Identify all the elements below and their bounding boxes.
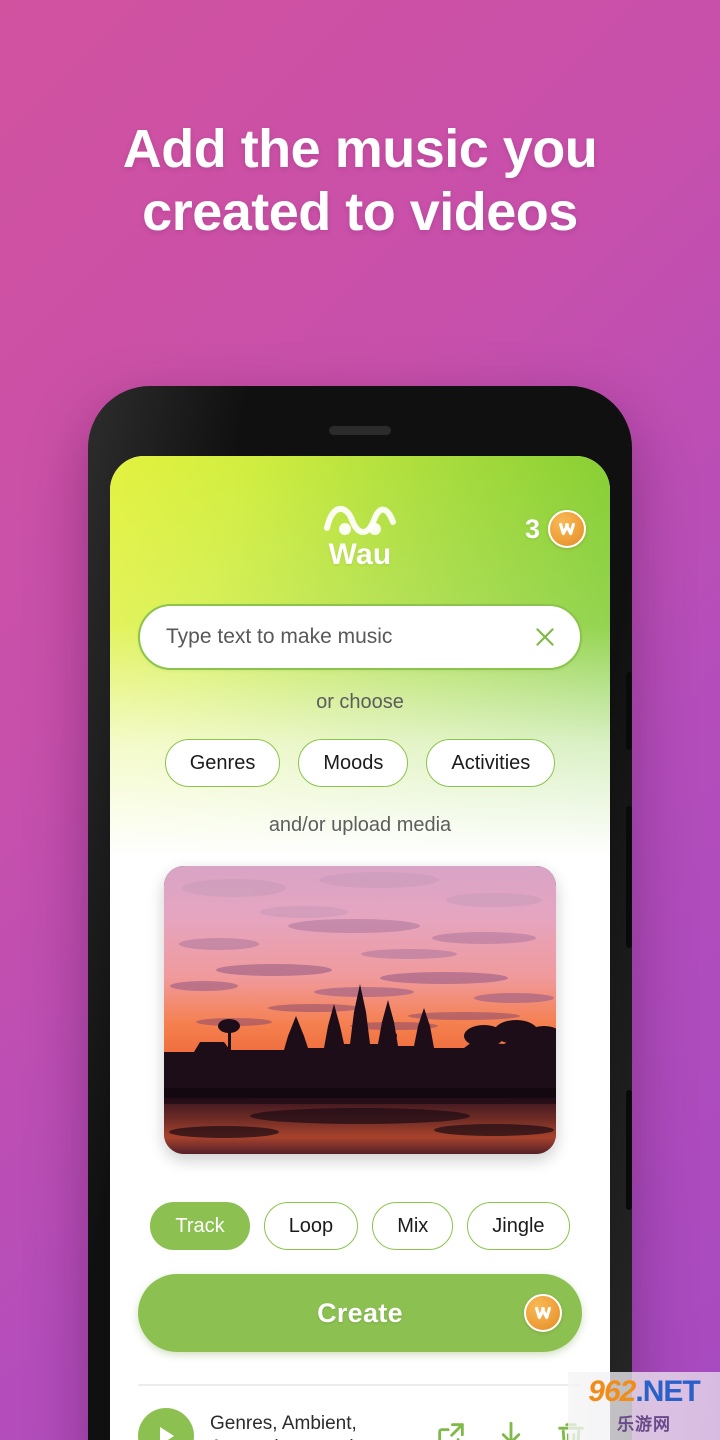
create-button[interactable]: Create — [138, 1274, 582, 1352]
category-chip-row: Genres Moods Activities — [136, 739, 584, 787]
watermark-number: 962 — [588, 1375, 636, 1408]
chip-loop[interactable]: Loop — [263, 1202, 359, 1250]
text-prompt-input[interactable]: Type text to make music — [138, 604, 582, 670]
uploaded-media-thumbnail[interactable] — [164, 866, 556, 1154]
chip-jingle-label: Jingle — [492, 1214, 545, 1237]
chip-activities[interactable]: Activities — [426, 739, 556, 787]
chip-moods[interactable]: Moods — [298, 739, 409, 787]
headline-line-2: created to videos — [142, 182, 578, 243]
chip-loop-label: Loop — [288, 1214, 334, 1237]
generated-track-row: Genres, Ambient, Atmosphere track — [138, 1408, 588, 1440]
chip-mix-label: Mix — [397, 1214, 429, 1237]
phone-power-button[interactable] — [626, 1090, 632, 1210]
choose-hint-label: or choose — [316, 691, 404, 713]
credit-count-label: 3 — [524, 513, 540, 544]
headline-line-1: Add the music you — [122, 119, 598, 179]
chip-activities-label: Activities — [451, 751, 531, 774]
chip-jingle[interactable]: Jingle — [467, 1202, 570, 1250]
download-icon[interactable] — [494, 1419, 528, 1440]
create-button-label: Create — [317, 1297, 403, 1328]
output-type-chip-row: Track Loop Mix Jingle — [136, 1202, 584, 1250]
track-title-line-1: Genres, Ambient, — [210, 1412, 357, 1434]
chip-track[interactable]: Track — [150, 1202, 250, 1250]
track-title: Genres, Ambient, Atmosphere track — [210, 1412, 359, 1440]
track-title-line-2: Atmosphere track — [210, 1436, 359, 1440]
chip-moods-label: Moods — [323, 751, 384, 774]
sunset-temple-photo — [164, 866, 556, 1154]
phone-volume-up-button[interactable] — [626, 672, 632, 750]
credits-indicator[interactable]: 3 — [525, 510, 586, 548]
watermark-subtitle: 乐游网 — [617, 1415, 671, 1434]
promo-headline: Add the music you created to videos — [0, 118, 720, 244]
wau-coin-icon — [548, 510, 586, 548]
search-row: Type text to make music — [138, 604, 582, 670]
create-cost-coin-icon — [524, 1294, 562, 1332]
chip-genres[interactable]: Genres — [164, 739, 281, 787]
section-divider — [138, 1384, 582, 1386]
phone-volume-down-button[interactable] — [626, 806, 632, 948]
wau-coin-glyph — [535, 1306, 551, 1320]
app-screen: Wau 3 Type text to make music or choose … — [110, 456, 610, 1440]
site-watermark: 962.NET 乐游网 — [568, 1372, 720, 1440]
watermark-domain: .NET — [635, 1375, 700, 1408]
watermark-main-text: 962.NET — [588, 1375, 700, 1408]
share-icon[interactable] — [434, 1419, 468, 1440]
wau-wave-icon — [324, 506, 396, 535]
play-icon[interactable] — [138, 1408, 194, 1440]
search-placeholder-label: Type text to make music — [166, 625, 393, 648]
upload-hint-label: and/or upload media — [268, 814, 452, 836]
chip-mix[interactable]: Mix — [372, 1202, 454, 1250]
chip-genres-label: Genres — [189, 751, 256, 774]
phone-earpiece-speaker — [329, 426, 391, 435]
chip-track-label: Track — [175, 1214, 225, 1237]
close-x-icon[interactable] — [532, 624, 558, 650]
play-triangle-glyph — [160, 1427, 174, 1440]
brand-logo: Wau — [322, 498, 398, 572]
app-header: Wau 3 — [110, 498, 610, 588]
brand-name-label: Wau — [328, 538, 392, 571]
wau-coin-glyph — [559, 522, 575, 536]
track-action-buttons — [434, 1419, 588, 1440]
